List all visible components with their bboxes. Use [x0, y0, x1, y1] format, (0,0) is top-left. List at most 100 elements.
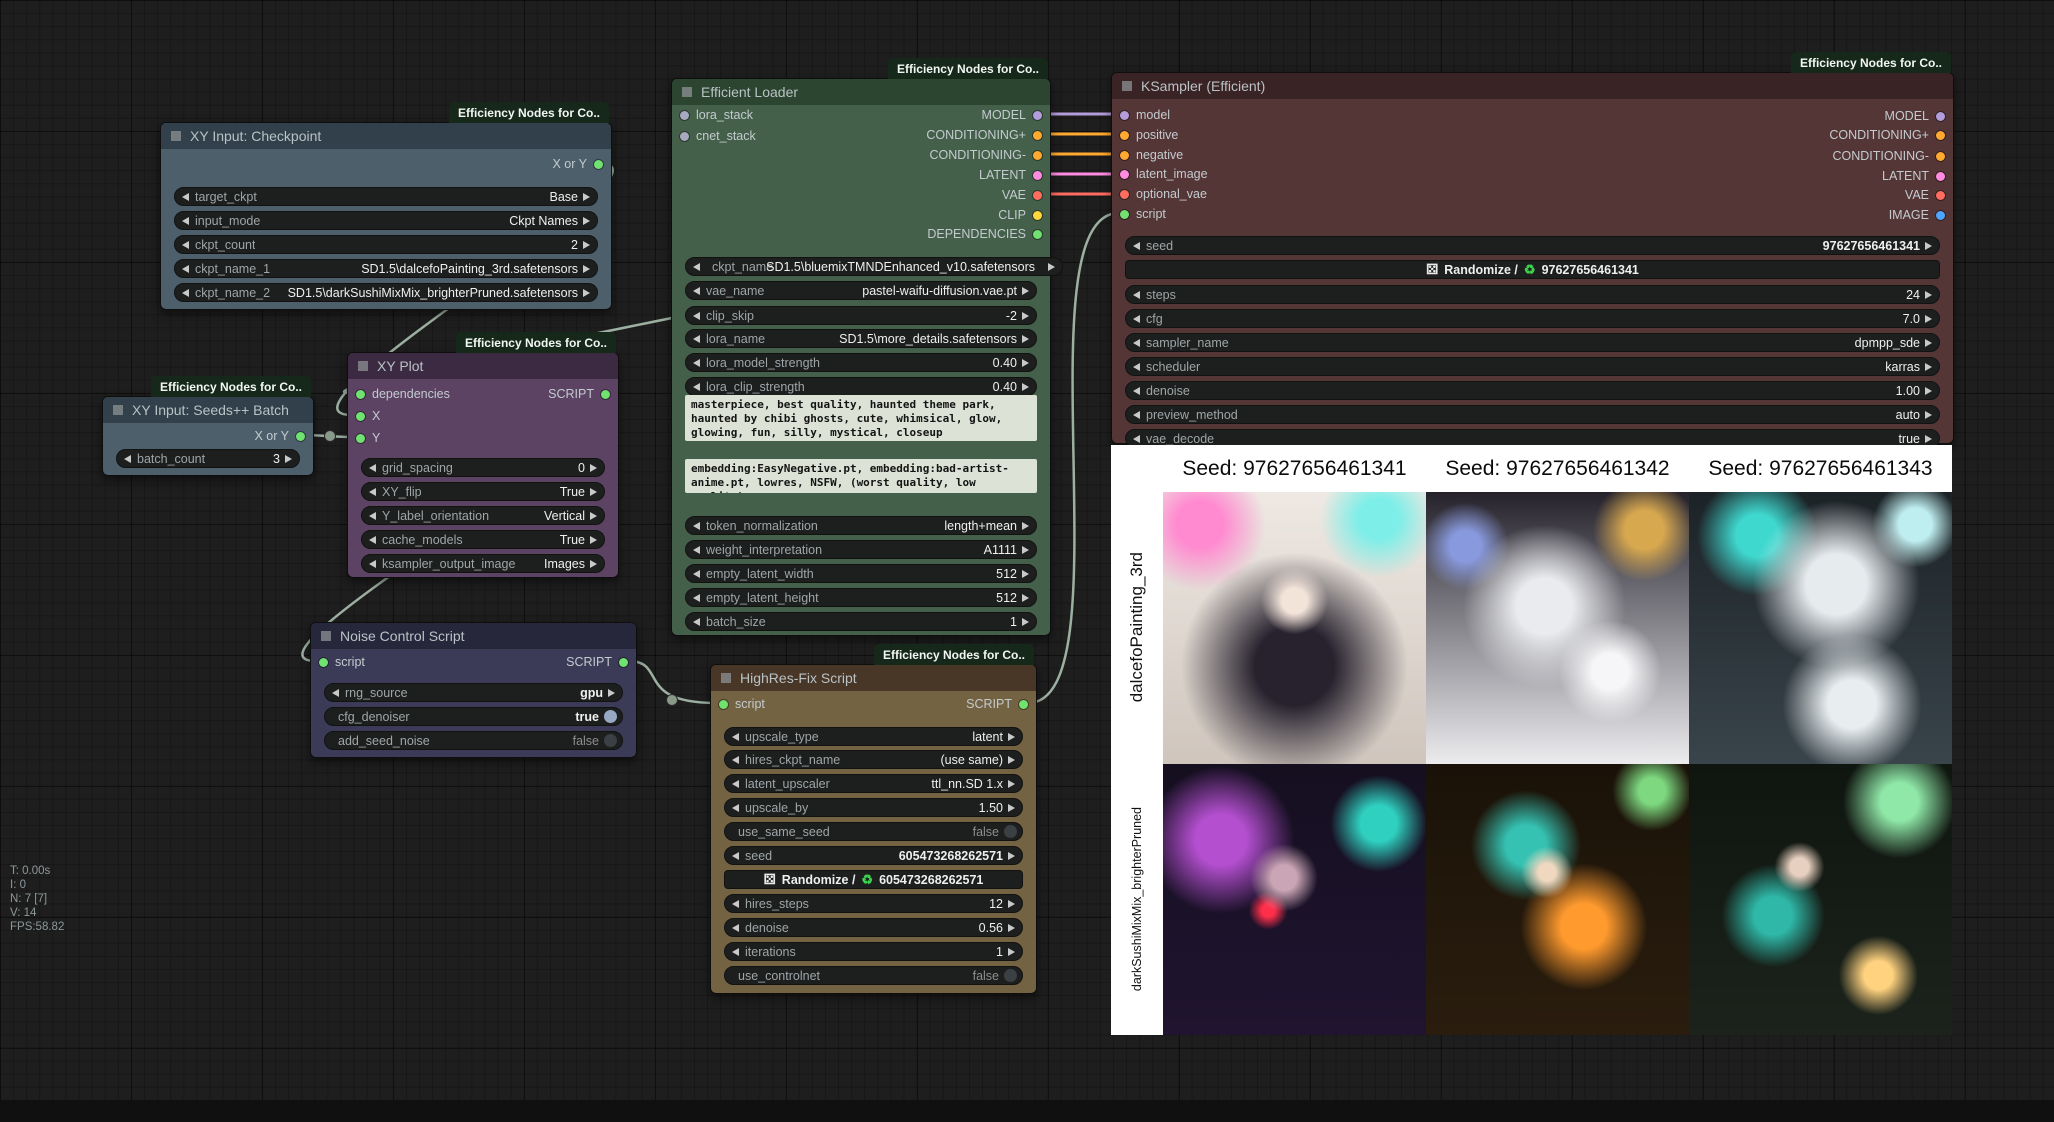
output-port-script[interactable]: SCRIPT [548, 385, 610, 403]
widget-batch-size[interactable]: batch_size 1 [685, 612, 1037, 631]
node-highres-fix-script[interactable]: Efficiency Nodes for Co.. HighRes-Fix Sc… [710, 664, 1037, 994]
input-port-positive[interactable]: positive [1120, 126, 1178, 144]
collapse-icon[interactable] [1122, 81, 1132, 91]
input-port-cnet-stack[interactable]: cnet_stack [680, 127, 756, 145]
widget-cache-models[interactable]: cache_models True [361, 530, 605, 549]
output-port-conditioning-plus[interactable]: CONDITIONING+ [1829, 126, 1945, 144]
node-titlebar[interactable]: KSampler (Efficient) [1112, 73, 1953, 99]
decrement-arrow-icon[interactable] [693, 618, 700, 626]
widget-upscale-type[interactable]: upscale_type latent [724, 727, 1023, 746]
node-noise-control-script[interactable]: Noise Control Script script SCRIPT rng_s… [310, 622, 637, 758]
increment-arrow-icon[interactable] [583, 217, 590, 225]
widget-token-normalization[interactable]: token_normalization length+mean [685, 516, 1037, 535]
negative-prompt-textarea[interactable]: embedding:EasyNegative.pt, embedding:bad… [685, 459, 1037, 493]
decrement-arrow-icon[interactable] [693, 335, 700, 343]
decrement-arrow-icon[interactable] [732, 756, 739, 764]
comfyui-graph-canvas[interactable]: { "badge": "Efficiency Nodes for Co..", … [0, 0, 2054, 1122]
decrement-arrow-icon[interactable] [1133, 363, 1140, 371]
decrement-arrow-icon[interactable] [1133, 387, 1140, 395]
decrement-arrow-icon[interactable] [369, 536, 376, 544]
decrement-arrow-icon[interactable] [693, 570, 700, 578]
input-port-negative[interactable]: negative [1120, 146, 1183, 164]
decrement-arrow-icon[interactable] [369, 488, 376, 496]
increment-arrow-icon[interactable] [285, 455, 292, 463]
increment-arrow-icon[interactable] [1008, 948, 1015, 956]
decrement-arrow-icon[interactable] [182, 265, 189, 273]
toggle-knob-icon[interactable] [604, 734, 617, 747]
widget-denoise[interactable]: denoise 1.00 [1125, 381, 1940, 400]
increment-arrow-icon[interactable] [583, 289, 590, 297]
increment-arrow-icon[interactable] [1008, 780, 1015, 788]
decrement-arrow-icon[interactable] [732, 900, 739, 908]
decrement-arrow-icon[interactable] [1133, 242, 1140, 250]
increment-arrow-icon[interactable] [1022, 359, 1029, 367]
widget-cfg-denoiser-toggle[interactable]: cfg_denoiser true [324, 707, 623, 726]
output-port-clip[interactable]: CLIP [998, 206, 1042, 224]
increment-arrow-icon[interactable] [1022, 570, 1029, 578]
increment-arrow-icon[interactable] [1925, 291, 1932, 299]
decrement-arrow-icon[interactable] [732, 948, 739, 956]
increment-arrow-icon[interactable] [1022, 618, 1029, 626]
increment-arrow-icon[interactable] [1022, 287, 1029, 295]
widget-xy-flip[interactable]: XY_flip True [361, 482, 605, 501]
decrement-arrow-icon[interactable] [369, 464, 376, 472]
decrement-arrow-icon[interactable] [1133, 291, 1140, 299]
decrement-arrow-icon[interactable] [1133, 411, 1140, 419]
widget-hires-steps[interactable]: hires_steps 12 [724, 894, 1023, 913]
output-port-image[interactable]: IMAGE [1889, 206, 1945, 224]
node-titlebar[interactable]: HighRes-Fix Script [711, 665, 1036, 691]
increment-arrow-icon[interactable] [1008, 756, 1015, 764]
increment-arrow-icon[interactable] [1048, 263, 1055, 271]
widget-lora-clip-strength[interactable]: lora_clip_strength 0.40 [685, 377, 1037, 396]
increment-arrow-icon[interactable] [1925, 411, 1932, 419]
output-port-conditioning-minus[interactable]: CONDITIONING- [1832, 147, 1945, 165]
widget-vae-name[interactable]: vae_name pastel-waifu-diffusion.vae.pt [685, 281, 1037, 300]
decrement-arrow-icon[interactable] [693, 359, 700, 367]
increment-arrow-icon[interactable] [583, 265, 590, 273]
randomize-seed-button[interactable]: ⚄ Randomize / ♻ 605473268262571 [724, 870, 1023, 889]
increment-arrow-icon[interactable] [1022, 335, 1029, 343]
decrement-arrow-icon[interactable] [693, 312, 700, 320]
decrement-arrow-icon[interactable] [732, 852, 739, 860]
increment-arrow-icon[interactable] [1022, 383, 1029, 391]
input-port-x[interactable]: X [356, 407, 380, 425]
decrement-arrow-icon[interactable] [693, 383, 700, 391]
output-port-vae[interactable]: VAE [1905, 186, 1945, 204]
widget-ksampler-output-image[interactable]: ksampler_output_image Images [361, 554, 605, 573]
collapse-icon[interactable] [113, 405, 123, 415]
output-port-script[interactable]: SCRIPT [566, 653, 628, 671]
increment-arrow-icon[interactable] [1925, 387, 1932, 395]
node-titlebar[interactable]: XY Input: Checkpoint [161, 123, 611, 149]
widget-seed[interactable]: seed 97627656461341 [1125, 236, 1940, 255]
widget-sampler-name[interactable]: sampler_name dpmpp_sde [1125, 333, 1940, 352]
positive-prompt-textarea[interactable]: masterpiece, best quality, haunted theme… [685, 395, 1037, 441]
widget-add-seed-noise-toggle[interactable]: add_seed_noise false [324, 731, 623, 750]
node-titlebar[interactable]: Noise Control Script [311, 623, 636, 649]
decrement-arrow-icon[interactable] [182, 289, 189, 297]
decrement-arrow-icon[interactable] [1133, 315, 1140, 323]
decrement-arrow-icon[interactable] [732, 780, 739, 788]
widget-clip-skip[interactable]: clip_skip -2 [685, 306, 1037, 325]
output-port-x-or-y[interactable]: X or Y [254, 427, 305, 445]
increment-arrow-icon[interactable] [1022, 546, 1029, 554]
output-port-model[interactable]: MODEL [982, 106, 1042, 124]
node-titlebar[interactable]: Efficient Loader [672, 79, 1050, 105]
input-port-optional-vae[interactable]: optional_vae [1120, 185, 1207, 203]
input-port-model[interactable]: model [1120, 106, 1170, 124]
widget-empty-latent-height[interactable]: empty_latent_height 512 [685, 588, 1037, 607]
widget-ckpt-name-2[interactable]: ckpt_name_2 SD1.5\darkSushiMixMix_bright… [174, 283, 598, 302]
node-ksampler-efficient[interactable]: Efficiency Nodes for Co.. KSampler (Effi… [1111, 72, 1954, 444]
input-port-latent-image[interactable]: latent_image [1120, 165, 1208, 183]
output-port-dependencies[interactable]: DEPENDENCIES [927, 225, 1042, 243]
collapse-icon[interactable] [358, 361, 368, 371]
output-port-script[interactable]: SCRIPT [966, 695, 1028, 713]
widget-ckpt-name[interactable]: ckpt_name SD1.5\bluemixTMNDEnhanced_v10.… [685, 257, 1063, 276]
increment-arrow-icon[interactable] [590, 536, 597, 544]
widget-target-ckpt[interactable]: target_ckpt Base [174, 187, 598, 206]
widget-grid-spacing[interactable]: grid_spacing 0 [361, 458, 605, 477]
widget-iterations[interactable]: iterations 1 [724, 942, 1023, 961]
widget-empty-latent-width[interactable]: empty_latent_width 512 [685, 564, 1037, 583]
widget-hires-seed[interactable]: seed 605473268262571 [724, 846, 1023, 865]
increment-arrow-icon[interactable] [583, 193, 590, 201]
randomize-seed-button[interactable]: ⚄ Randomize / ♻ 97627656461341 [1125, 260, 1940, 279]
